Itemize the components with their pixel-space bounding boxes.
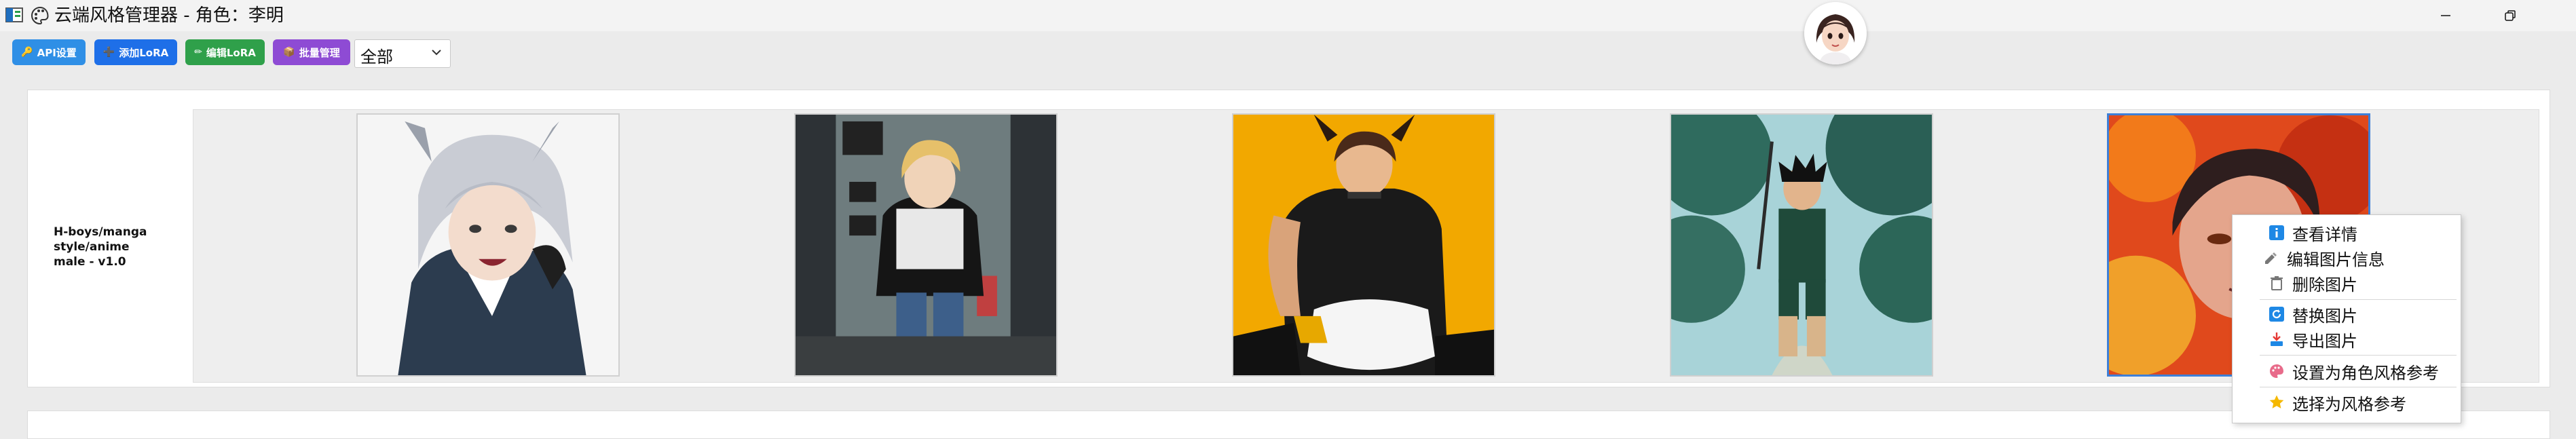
menu-item-label: 编辑图片信息: [2287, 250, 2385, 269]
package-icon: 📦: [283, 47, 295, 58]
plus-icon: ➕: [102, 47, 115, 58]
add-lora-button[interactable]: ➕ 添加LoRA: [94, 39, 177, 65]
trash-icon: [2268, 274, 2285, 292]
menu-item-select-style-reference[interactable]: 选择为风格参考: [2233, 390, 2461, 415]
window-title: 云端风格管理器 - 角色：李明: [54, 5, 284, 26]
image-context-menu: 查看详情 编辑图片信息 删除图片 替换图片 导出图片 设置为角色风格参考 选择为…: [2232, 214, 2461, 423]
edit-lora-button[interactable]: ✏ 编辑LoRA: [185, 39, 265, 65]
menu-separator: [2260, 299, 2457, 300]
style-image-1[interactable]: [356, 113, 620, 377]
batch-manage-button[interactable]: 📦 批量管理: [273, 39, 350, 65]
menu-item-edit-image-info[interactable]: 编辑图片信息: [2233, 246, 2461, 270]
category-filter-select[interactable]: 全部: [354, 39, 451, 68]
key-icon: 🔑: [21, 47, 33, 58]
menu-item-delete-image[interactable]: 删除图片: [2233, 271, 2461, 295]
menu-item-label: 设置为角色风格参考: [2292, 363, 2439, 383]
avatar[interactable]: [1804, 2, 1867, 64]
menu-item-set-role-style-reference[interactable]: 设置为角色风格参考: [2233, 359, 2461, 383]
batch-manage-label: 批量管理: [299, 46, 340, 59]
menu-item-view-details[interactable]: 查看详情: [2233, 221, 2461, 245]
palette-icon: [2268, 362, 2285, 380]
style-image-2[interactable]: [794, 113, 1058, 377]
title-bar: 云端风格管理器 - 角色：李明: [0, 0, 2576, 64]
menu-item-replace-image[interactable]: 替换图片: [2233, 302, 2461, 326]
app-icon: [5, 7, 23, 22]
style-image-4[interactable]: [1670, 113, 1933, 377]
menu-item-label: 删除图片: [2292, 275, 2357, 294]
menu-separator: [2260, 355, 2457, 356]
pencil-icon: [2262, 249, 2280, 267]
chevron-down-icon: [432, 50, 441, 56]
restore-button[interactable]: [2481, 0, 2539, 31]
restore-icon: [2505, 10, 2516, 21]
menu-item-export-image[interactable]: 导出图片: [2233, 327, 2461, 351]
api-settings-button[interactable]: 🔑 API设置: [12, 39, 86, 65]
filter-value: 全部: [360, 47, 393, 66]
export-icon: [2268, 330, 2285, 348]
add-lora-label: 添加LoRA: [119, 46, 169, 59]
menu-item-label: 导出图片: [2292, 331, 2357, 351]
lora-name: H-boys/manga style/anime male - v1.0: [54, 225, 147, 269]
minimize-button[interactable]: [2416, 0, 2475, 31]
menu-item-label: 选择为风格参考: [2292, 394, 2406, 414]
palette-icon: [31, 6, 49, 25]
refresh-icon: [2268, 305, 2285, 323]
edit-lora-label: 编辑LoRA: [206, 46, 256, 59]
minimize-icon: [2441, 15, 2450, 16]
pencil-icon: ✏: [194, 47, 202, 58]
api-settings-label: API设置: [37, 46, 77, 59]
star-icon: [2268, 394, 2285, 411]
info-icon: [2268, 224, 2285, 242]
menu-item-label: 替换图片: [2292, 306, 2357, 326]
next-lora-card: [27, 411, 2550, 439]
menu-item-label: 查看详情: [2292, 225, 2357, 244]
style-image-3[interactable]: [1232, 113, 1495, 377]
